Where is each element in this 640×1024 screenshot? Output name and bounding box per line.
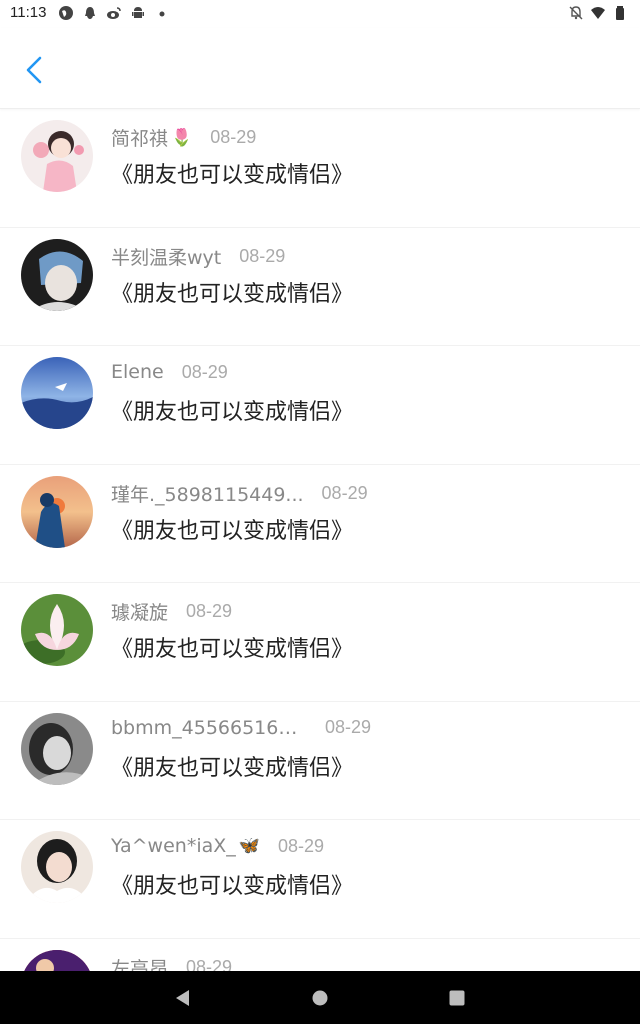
- status-time: 11:13: [10, 4, 47, 21]
- comment-meta: 璩凝旋 08-29: [111, 598, 232, 625]
- system-icons: [568, 5, 628, 21]
- status-bar: 11:13: [0, 0, 640, 28]
- android-icon: [132, 7, 144, 18]
- avatar[interactable]: [21, 238, 93, 311]
- list-item[interactable]: 简祁祺 🌷 08-29 《朋友也可以变成情侣》: [0, 109, 640, 228]
- comment-meta: 半刻温柔wyt 08-29: [111, 243, 285, 270]
- list-item[interactable]: 左高昂 08-29: [0, 939, 640, 972]
- dot-icon: [159, 11, 165, 17]
- comment-text: 《朋友也可以变成情侣》: [111, 874, 354, 899]
- chevron-left-icon: [26, 56, 42, 84]
- globe-icon: [59, 6, 73, 20]
- user-name[interactable]: Ya^wen*iaX_: [111, 835, 236, 857]
- comment-text: 《朋友也可以变成情侣》: [111, 400, 354, 425]
- comment-meta: bbmm_455665169... 08-29: [111, 717, 371, 739]
- avatar[interactable]: [21, 949, 93, 971]
- user-name[interactable]: 瑾年._5898115449...: [111, 480, 304, 507]
- comment-meta: 简祁祺 🌷 08-29: [111, 124, 256, 151]
- user-name[interactable]: Elene: [111, 361, 164, 383]
- user-name[interactable]: 左高昂: [111, 954, 168, 972]
- weibo-icon: [107, 7, 121, 19]
- notification-icons: [58, 5, 170, 21]
- comment-date: 08-29: [239, 245, 286, 266]
- comment-date: 08-29: [277, 835, 324, 856]
- avatar[interactable]: [21, 831, 93, 903]
- comment-meta: 瑾年._5898115449... 08-29: [111, 480, 368, 507]
- list-item[interactable]: Ya^wen*iaX_ 🦋 08-29 《朋友也可以变成情侣》: [0, 820, 640, 939]
- comment-date: 08-29: [321, 482, 368, 503]
- tulip-icon: 🌷: [171, 127, 193, 148]
- user-name[interactable]: bbmm_455665169...: [111, 717, 307, 739]
- bell-off-icon: [569, 6, 583, 20]
- list-item[interactable]: 瑾年._5898115449... 08-29 《朋友也可以变成情侣》: [0, 465, 640, 583]
- comment-text: 《朋友也可以变成情侣》: [111, 281, 354, 307]
- list-item[interactable]: 半刻温柔wyt 08-29 《朋友也可以变成情侣》: [0, 228, 640, 346]
- comment-date: 08-29: [181, 361, 228, 382]
- comment-date: 08-29: [186, 956, 233, 972]
- square-recents-icon[interactable]: [446, 987, 468, 1009]
- top-app-bar: [0, 28, 640, 109]
- avatar[interactable]: [21, 357, 93, 429]
- comment-date: 08-29: [210, 127, 257, 147]
- avatar[interactable]: [21, 712, 93, 785]
- user-name[interactable]: 璩凝旋: [111, 598, 168, 625]
- comment-text: 《朋友也可以变成情侣》: [111, 163, 354, 188]
- system-nav-bar: [0, 971, 640, 1024]
- list-item[interactable]: bbmm_455665169... 08-29 《朋友也可以变成情侣》: [0, 702, 640, 820]
- back-button[interactable]: [14, 50, 54, 90]
- comment-date: 08-29: [186, 601, 233, 621]
- user-name[interactable]: 半刻温柔wyt: [111, 243, 221, 270]
- avatar[interactable]: [21, 475, 93, 548]
- comment-meta: 左高昂 08-29: [111, 954, 232, 972]
- comment-list[interactable]: 简祁祺 🌷 08-29 《朋友也可以变成情侣》 半刻温柔wyt 08-29 《朋…: [0, 109, 640, 971]
- circle-home-icon[interactable]: [309, 987, 331, 1009]
- list-item[interactable]: 璩凝旋 08-29 《朋友也可以变成情侣》: [0, 583, 640, 702]
- comment-meta: Ya^wen*iaX_ 🦋 08-29: [111, 835, 324, 857]
- comment-text: 《朋友也可以变成情侣》: [111, 518, 354, 544]
- comment-text: 《朋友也可以变成情侣》: [111, 637, 354, 662]
- wifi-icon: [591, 7, 605, 19]
- list-item[interactable]: Elene 08-29 《朋友也可以变成情侣》: [0, 346, 640, 465]
- avatar[interactable]: [21, 120, 93, 192]
- avatar[interactable]: [21, 594, 93, 666]
- comment-meta: Elene 08-29: [111, 361, 228, 383]
- comment-date: 08-29: [325, 717, 372, 737]
- qq-icon: [85, 7, 95, 19]
- user-name[interactable]: 简祁祺: [111, 124, 168, 151]
- butterfly-icon: 🦋: [238, 836, 260, 856]
- triangle-back-icon[interactable]: [172, 987, 194, 1009]
- battery-icon: [616, 6, 624, 20]
- comment-text: 《朋友也可以变成情侣》: [111, 755, 354, 781]
